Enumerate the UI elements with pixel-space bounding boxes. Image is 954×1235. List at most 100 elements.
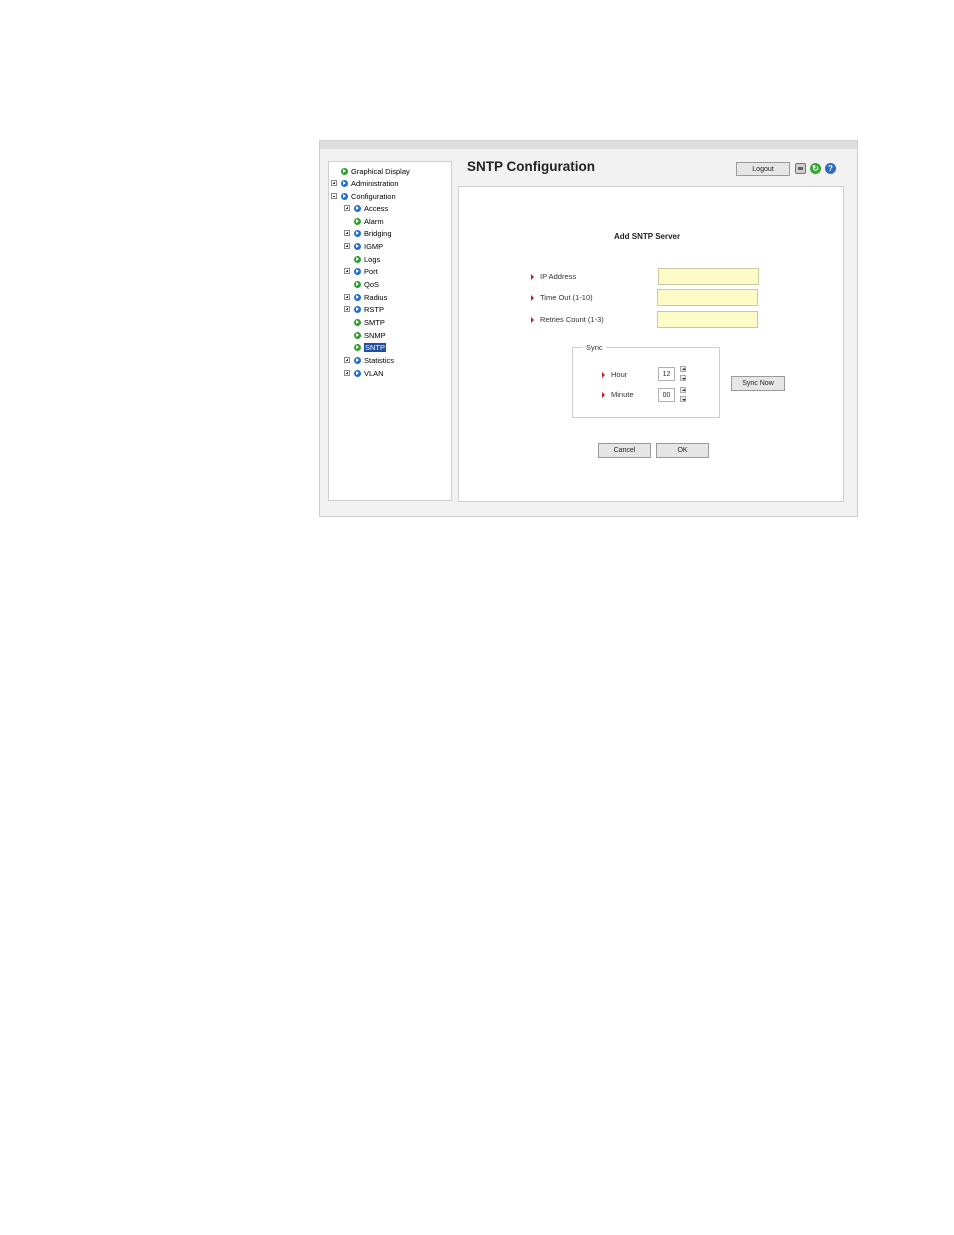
sidebar-item-statistics[interactable]: Statistics	[344, 354, 394, 366]
field-label-text: Retries Count (1-3)	[540, 315, 604, 324]
sync-now-button[interactable]: Sync Now	[731, 376, 785, 391]
collapse-icon[interactable]	[331, 193, 337, 199]
arrow-circle-icon	[354, 318, 361, 326]
hour-stepper[interactable]: 12	[658, 367, 675, 381]
required-arrow-icon	[602, 391, 605, 398]
sidebar-item-administration[interactable]: Administration	[331, 177, 399, 189]
sidebar-item-label: SNTP	[364, 342, 387, 352]
expand-icon[interactable]	[344, 205, 350, 211]
section-title: Add SNTP Server	[614, 232, 681, 241]
arrow-circle-icon	[354, 369, 361, 377]
sync-group: Sync Hour 12 Minute 00	[572, 343, 720, 418]
sidebar-item-label: SNMP	[364, 330, 386, 340]
page-title: SNTP Configuration	[467, 159, 595, 174]
logout-button[interactable]: Logout	[736, 162, 790, 176]
sidebar-item-label: Logs	[364, 254, 381, 264]
field-label-text: Minute	[611, 390, 634, 399]
field-label-text: Hour	[611, 370, 628, 379]
expand-icon[interactable]	[344, 294, 350, 300]
arrow-circle-icon	[354, 242, 361, 250]
arrow-circle-icon	[354, 343, 361, 351]
arrow-circle-icon	[354, 293, 361, 301]
sidebar-item-label: IGMP	[364, 241, 384, 251]
sidebar-item-label: Administration	[351, 178, 399, 188]
arrow-circle-icon	[354, 305, 361, 313]
required-arrow-icon	[602, 371, 605, 378]
sidebar-item-label: QoS	[364, 279, 380, 289]
sidebar-item-label: RSTP	[364, 304, 385, 314]
sidebar-item-logs[interactable]: Logs	[344, 253, 380, 265]
arrow-circle-icon	[341, 167, 348, 175]
save-icon[interactable]	[795, 163, 806, 174]
arrow-circle-icon	[354, 204, 361, 212]
retries-count-label: Retries Count (1-3)	[531, 315, 604, 324]
expand-icon[interactable]	[344, 370, 350, 376]
sync-legend: Sync	[583, 343, 606, 352]
sidebar-item-snmp[interactable]: SNMP	[344, 329, 386, 341]
sidebar-item-label: Radius	[364, 292, 388, 302]
required-arrow-icon	[531, 294, 534, 301]
help-icon[interactable]: ?	[825, 163, 836, 174]
refresh-icon[interactable]: ↻	[810, 163, 821, 174]
hour-label: Hour	[602, 370, 627, 379]
field-label-text: IP Address	[540, 272, 577, 281]
retries-count-field[interactable]	[657, 311, 758, 328]
sidebar-item-rstp[interactable]: RSTP	[344, 303, 384, 315]
sidebar-item-label: SMTP	[364, 317, 385, 327]
sidebar-item-graphical-display[interactable]: Graphical Display	[331, 165, 410, 177]
arrow-circle-icon	[354, 267, 361, 275]
minute-down-icon[interactable]	[680, 396, 686, 402]
sidebar-item-igmp[interactable]: IGMP	[344, 240, 383, 252]
sidebar-item-label: Configuration	[351, 191, 396, 201]
minute-label: Minute	[602, 390, 634, 399]
ip-address-label: IP Address	[531, 272, 576, 281]
sidebar-item-configuration[interactable]: Configuration	[331, 190, 396, 202]
content-panel: Add SNTP Server IP Address Time Out (1-1…	[458, 186, 844, 502]
sidebar-item-radius[interactable]: Radius	[344, 291, 387, 303]
sidebar-item-label: Alarm	[364, 216, 384, 226]
expand-icon[interactable]	[344, 306, 350, 312]
sidebar-item-label: VLAN	[364, 368, 384, 378]
required-arrow-icon	[531, 316, 534, 323]
arrow-circle-icon	[354, 217, 361, 225]
arrow-circle-icon	[354, 331, 361, 339]
cancel-button[interactable]: Cancel	[598, 443, 651, 458]
expand-icon[interactable]	[331, 180, 337, 186]
sidebar-item-qos[interactable]: QoS	[344, 278, 379, 290]
expand-icon[interactable]	[344, 230, 350, 236]
sidebar-item-label: Access	[364, 203, 389, 213]
timeout-field[interactable]	[657, 289, 758, 306]
ip-address-field[interactable]	[658, 268, 759, 285]
expand-icon[interactable]	[344, 268, 350, 274]
hour-down-icon[interactable]	[680, 375, 686, 381]
window-top-bar	[320, 141, 857, 149]
arrow-circle-icon	[341, 179, 348, 187]
sidebar-item-vlan[interactable]: VLAN	[344, 367, 384, 379]
sidebar-item-sntp[interactable]: SNTP	[344, 341, 387, 353]
sidebar-item-port[interactable]: Port	[344, 265, 378, 277]
arrow-circle-icon	[341, 192, 348, 200]
field-label-text: Time Out (1-10)	[540, 293, 593, 302]
sidebar-tree: Graphical Display Administration Configu…	[328, 161, 452, 501]
arrow-circle-icon	[354, 229, 361, 237]
ok-button[interactable]: OK	[656, 443, 709, 458]
hour-up-icon[interactable]	[680, 366, 686, 372]
sidebar-item-access[interactable]: Access	[344, 202, 388, 214]
sidebar-item-smtp[interactable]: SMTP	[344, 316, 385, 328]
app-window: Graphical Display Administration Configu…	[319, 140, 858, 517]
sidebar-item-label: Port	[364, 266, 378, 276]
sidebar-item-alarm[interactable]: Alarm	[344, 215, 384, 227]
required-arrow-icon	[531, 273, 534, 280]
minute-up-icon[interactable]	[680, 387, 686, 393]
minute-stepper[interactable]: 00	[658, 388, 675, 402]
sidebar-item-label: Statistics	[364, 355, 395, 365]
arrow-circle-icon	[354, 255, 361, 263]
expand-icon[interactable]	[344, 243, 350, 249]
arrow-circle-icon	[354, 356, 361, 364]
sidebar-item-label: Bridging	[364, 228, 392, 238]
timeout-label: Time Out (1-10)	[531, 293, 593, 302]
sidebar-item-label: Graphical Display	[351, 166, 410, 176]
arrow-circle-icon	[354, 280, 361, 288]
expand-icon[interactable]	[344, 357, 350, 363]
sidebar-item-bridging[interactable]: Bridging	[344, 227, 392, 239]
